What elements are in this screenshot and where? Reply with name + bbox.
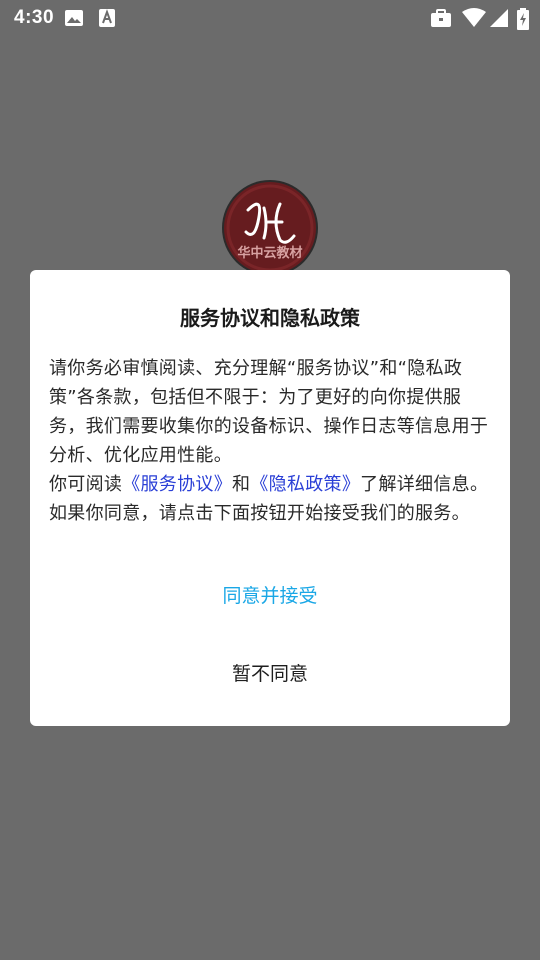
signal-icon bbox=[489, 8, 509, 32]
agree-button[interactable]: 同意并接受 bbox=[30, 576, 510, 616]
dialog-paragraph-1: 请你务必审慎阅读、充分理解“服务协议”和“隐私政策”各条款，包括但不限于：为了更… bbox=[49, 358, 489, 466]
status-time: 4:30 bbox=[14, 7, 55, 28]
logo-text: 华中云教材 bbox=[237, 246, 303, 261]
wifi-icon bbox=[462, 8, 486, 32]
dialog-body: 请你务必审慎阅读、充分理解“服务协议”和“隐私政策”各条款，包括但不限于：为了更… bbox=[49, 354, 491, 528]
privacy-dialog: 服务协议和隐私政策 请你务必审慎阅读、充分理解“服务协议”和“隐私政策”各条款，… bbox=[30, 270, 510, 726]
briefcase-icon bbox=[430, 8, 452, 32]
battery-charging-icon bbox=[517, 8, 529, 34]
privacy-policy-link[interactable]: 《隐私政策》 bbox=[250, 474, 360, 495]
dialog-paragraph-2: 你可阅读《服务协议》和《隐私政策》了解详细信息。如果你同意，请点击下面按钮开始接… bbox=[49, 470, 491, 528]
paragraph-2-prefix: 你可阅读 bbox=[49, 474, 123, 495]
paragraph-2-and: 和 bbox=[232, 474, 251, 495]
status-bar: 4:30 bbox=[0, 0, 540, 36]
dialog-title: 服务协议和隐私政策 bbox=[180, 306, 360, 330]
image-icon bbox=[64, 8, 84, 32]
disagree-button[interactable]: 暂不同意 bbox=[30, 654, 510, 694]
a-text-icon bbox=[98, 8, 116, 32]
app-logo: 华中云教材 bbox=[224, 182, 316, 274]
service-agreement-link[interactable]: 《服务协议》 bbox=[122, 474, 232, 495]
